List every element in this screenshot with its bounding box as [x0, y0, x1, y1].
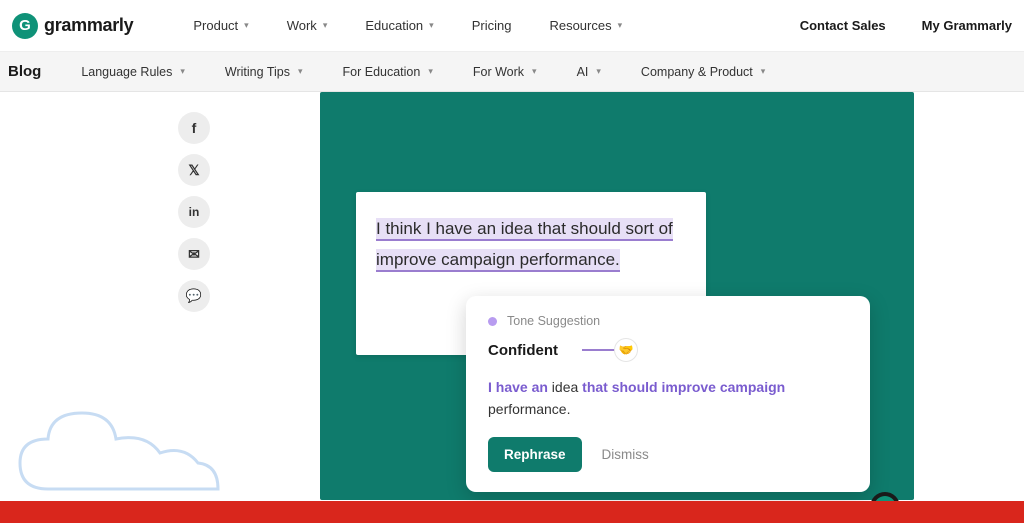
suggestion-title-row: Confident 🤝	[488, 338, 848, 362]
main-content: f 𝕏 in ✉ 💬 I think I have an idea that s…	[0, 92, 1024, 523]
hero-card: I think I have an idea that should sort …	[320, 92, 914, 500]
chevron-down-icon: ▾	[618, 20, 623, 31]
dismiss-button[interactable]: Dismiss	[602, 447, 649, 462]
logo-text: grammarly	[44, 15, 133, 36]
snippet-text: I think I have an idea that should sort …	[376, 214, 686, 275]
nav-education[interactable]: Education▾	[365, 18, 433, 33]
subnav-company-product[interactable]: Company & Product▾	[641, 65, 765, 79]
contact-sales-link[interactable]: Contact Sales	[800, 18, 886, 33]
linkedin-icon[interactable]: in	[178, 196, 210, 228]
my-grammarly-link[interactable]: My Grammarly	[922, 18, 1012, 33]
chevron-down-icon: ▾	[429, 20, 434, 31]
logo[interactable]: G grammarly	[12, 13, 133, 39]
chevron-down-icon: ▾	[532, 66, 537, 77]
logo-icon: G	[12, 13, 38, 39]
blog-heading: Blog	[8, 63, 41, 80]
nav-resources[interactable]: Resources▾	[549, 18, 622, 33]
suggestion-rewrite: I have an idea that should improve campa…	[488, 376, 848, 421]
chevron-down-icon: ▾	[180, 66, 185, 77]
suggestion-type: Tone Suggestion	[488, 314, 848, 328]
chevron-down-icon: ▾	[244, 20, 249, 31]
nav-items: Product▾ Work▾ Education▾ Pricing Resour…	[193, 18, 622, 33]
handshake-icon: 🤝	[614, 338, 638, 362]
subnav-for-work[interactable]: For Work▾	[473, 65, 537, 79]
top-nav: G grammarly Product▾ Work▾ Education▾ Pr…	[0, 0, 1024, 52]
subnav-writing-tips[interactable]: Writing Tips▾	[225, 65, 303, 79]
nav-work[interactable]: Work▾	[287, 18, 328, 33]
cloud-illustration	[8, 389, 228, 509]
subnav-language-rules[interactable]: Language Rules▾	[81, 65, 185, 79]
chevron-down-icon: ▾	[298, 66, 303, 77]
x-icon[interactable]: 𝕏	[178, 154, 210, 186]
messenger-icon[interactable]: 💬	[178, 280, 210, 312]
nav-product[interactable]: Product▾	[193, 18, 248, 33]
suggestion-title: Confident	[488, 342, 558, 359]
chevron-down-icon: ▾	[761, 66, 766, 77]
footer-band	[0, 501, 1024, 523]
suggestion-badge: 🤝	[582, 338, 638, 362]
badge-line	[582, 349, 616, 351]
facebook-icon[interactable]: f	[178, 112, 210, 144]
nav-right: Contact Sales My Grammarly	[800, 18, 1012, 33]
tone-dot-icon	[488, 317, 497, 326]
share-rail: f 𝕏 in ✉ 💬	[178, 112, 210, 312]
chevron-down-icon: ▾	[323, 20, 328, 31]
chevron-down-icon: ▾	[428, 66, 433, 77]
chevron-down-icon: ▾	[596, 66, 601, 77]
suggestion-card: Tone Suggestion Confident 🤝 I have an id…	[466, 296, 870, 492]
rephrase-button[interactable]: Rephrase	[488, 437, 582, 472]
subnav-ai[interactable]: AI▾	[577, 65, 601, 79]
email-icon[interactable]: ✉	[178, 238, 210, 270]
suggestion-actions: Rephrase Dismiss	[488, 437, 848, 472]
sub-nav: Blog Language Rules▾ Writing Tips▾ For E…	[0, 52, 1024, 92]
nav-pricing[interactable]: Pricing	[472, 18, 512, 33]
subnav-for-education[interactable]: For Education▾	[343, 65, 433, 79]
